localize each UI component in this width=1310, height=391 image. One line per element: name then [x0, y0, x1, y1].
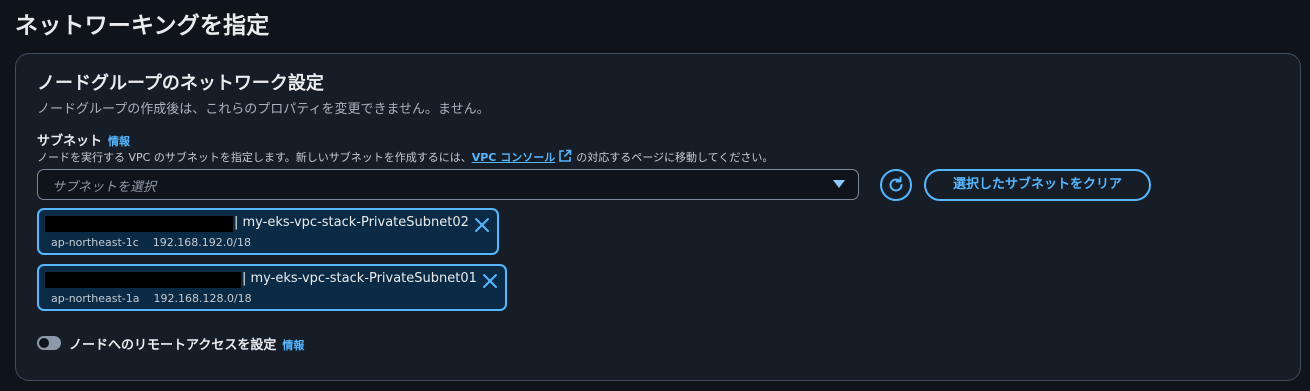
caret-down-icon — [833, 180, 845, 188]
close-icon — [483, 274, 497, 288]
page-title: ネットワーキングを指定 — [15, 13, 270, 39]
clear-selected-subnets-button[interactable]: 選択したサブネットをクリア — [924, 169, 1151, 201]
panel-description: ノードグループの作成後は、これらのプロパティを変更できません。ません。 — [37, 102, 490, 117]
subnet-select[interactable]: サブネットを選択 — [37, 169, 859, 200]
refresh-button[interactable] — [880, 169, 912, 201]
toggle-knob — [39, 338, 49, 348]
subnet-cidr: 192.168.128.0/18 — [153, 292, 252, 305]
external-link-icon — [558, 149, 572, 166]
remove-subnet-button[interactable] — [481, 272, 499, 290]
subnet-az: ap-northeast-1a — [51, 292, 140, 305]
remote-access-label: ノードへのリモートアクセスを設定 情報 — [69, 334, 304, 353]
subnet-az: ap-northeast-1c — [51, 236, 139, 249]
subnet-token-name: | my-eks-vpc-stack-PrivateSubnet02 — [234, 215, 469, 230]
subnet-token-meta: ap-northeast-1c 192.168.192.0/18 — [51, 236, 251, 249]
refresh-icon — [889, 176, 903, 192]
remote-access-info-link[interactable]: 情報 — [282, 339, 304, 352]
subnet-cidr: 192.168.192.0/18 — [152, 236, 251, 249]
redacted-subnet-id — [45, 272, 241, 288]
subnet-desc-before: ノードを実行する VPC のサブネットを指定します。新しいサブネットを作成するに… — [37, 151, 472, 164]
remote-access-toggle[interactable] — [37, 336, 61, 350]
subnet-label-text: サブネット — [37, 134, 103, 149]
subnet-field-label: サブネット 情報 — [37, 130, 130, 149]
subnet-token-meta: ap-northeast-1a 192.168.128.0/18 — [51, 292, 252, 305]
subnet-select-placeholder: サブネットを選択 — [52, 180, 157, 195]
subnet-info-link[interactable]: 情報 — [108, 135, 130, 148]
remote-access-label-text: ノードへのリモートアクセスを設定 — [69, 338, 277, 353]
vpc-console-link[interactable]: VPC コンソール — [472, 151, 555, 164]
subnet-token-name: | my-eks-vpc-stack-PrivateSubnet01 — [242, 271, 477, 286]
subnet-desc-after: の対応するページに移動してください。 — [576, 151, 774, 164]
panel-title: ノードグループのネットワーク設定 — [37, 73, 324, 94]
subnet-field-description: ノードを実行する VPC のサブネットを指定します。新しいサブネットを作成するに… — [37, 149, 773, 166]
subnet-token: | my-eks-vpc-stack-PrivateSubnet02 ap-no… — [37, 208, 499, 255]
remove-subnet-button[interactable] — [473, 216, 491, 234]
redacted-subnet-id — [45, 216, 233, 232]
subnet-token: | my-eks-vpc-stack-PrivateSubnet01 ap-no… — [37, 264, 507, 311]
network-settings-panel: ノードグループのネットワーク設定 ノードグループの作成後は、これらのプロパティを… — [15, 53, 1301, 381]
close-icon — [475, 218, 489, 232]
